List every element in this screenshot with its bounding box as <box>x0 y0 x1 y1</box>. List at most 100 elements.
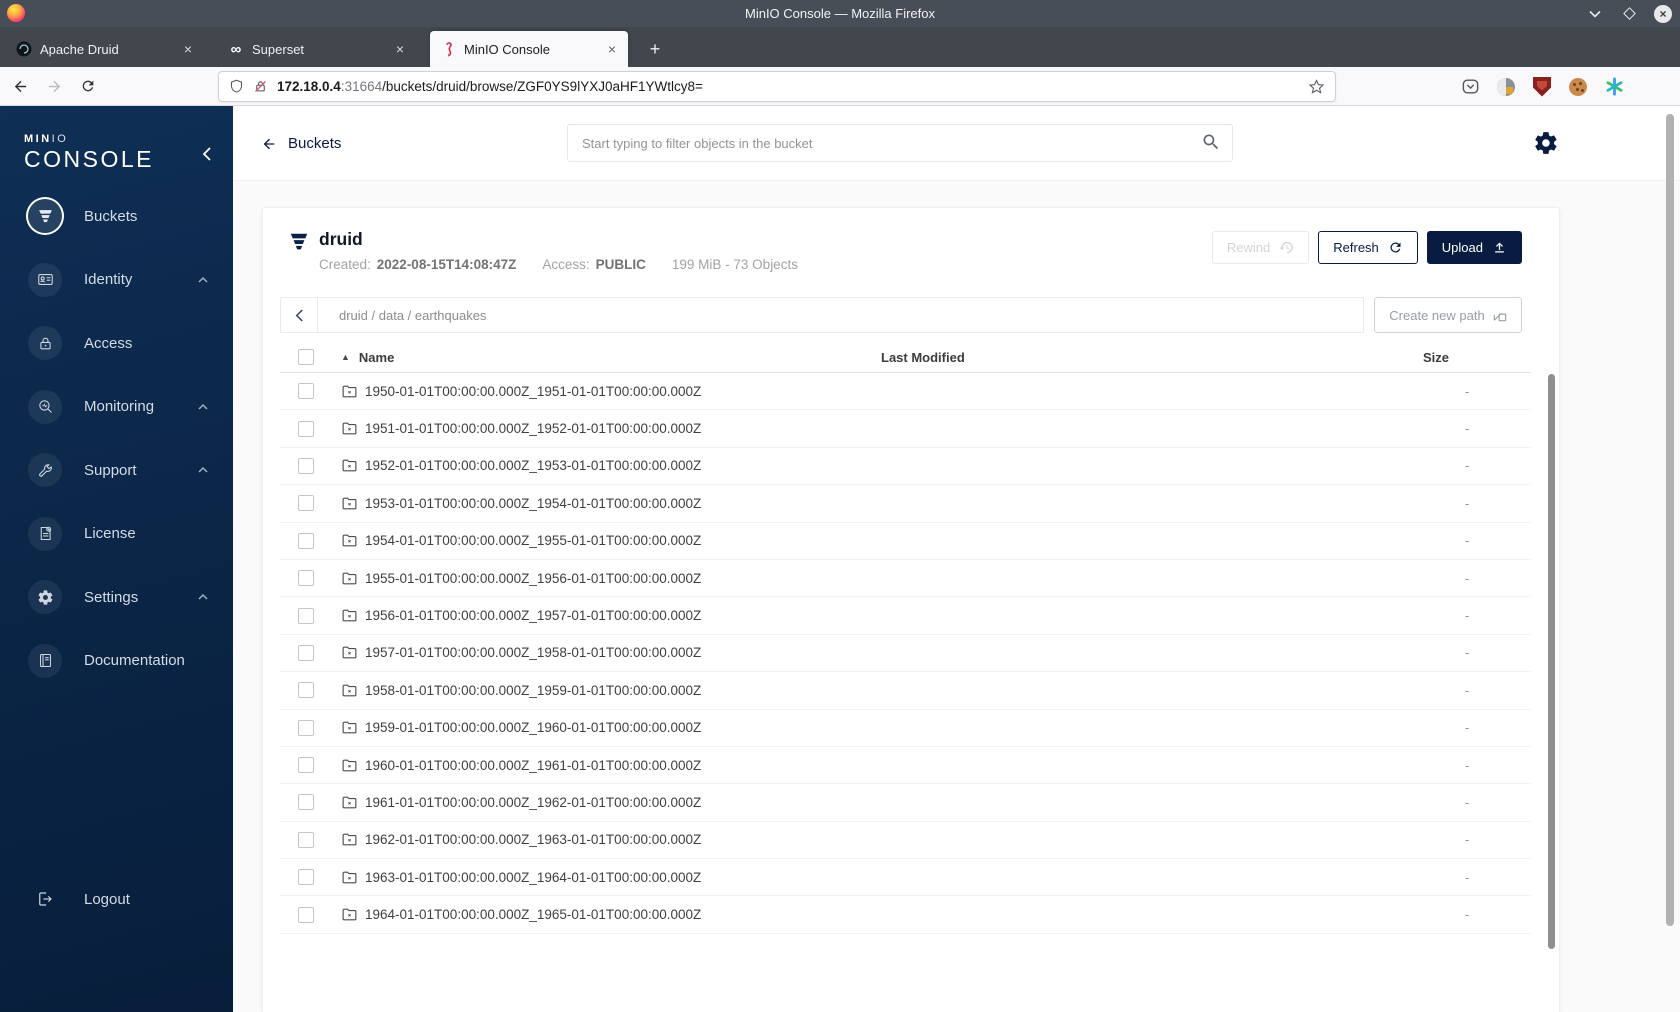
chevron-up-icon[interactable] <box>197 402 209 412</box>
object-name[interactable]: 1954-01-01T00:00:00.000Z_1955-01-01T00:0… <box>365 533 701 548</box>
table-row[interactable]: 1956-01-01T00:00:00.000Z_1957-01-01T00:0… <box>280 597 1531 635</box>
privacy-extension-icon[interactable] <box>1496 77 1516 97</box>
create-new-path-button[interactable]: Create new path <box>1374 297 1522 333</box>
table-row[interactable]: 1950-01-01T00:00:00.000Z_1951-01-01T00:0… <box>280 373 1531 411</box>
sidebar-item-access[interactable]: Access <box>28 326 233 360</box>
table-row[interactable]: 1953-01-01T00:00:00.000Z_1954-01-01T00:0… <box>280 485 1531 523</box>
object-name[interactable]: 1956-01-01T00:00:00.000Z_1957-01-01T00:0… <box>365 608 701 623</box>
bucket-icon <box>288 231 310 272</box>
url-bar[interactable]: 172.18.0.4:31664/buckets/druid/browse/ZG… <box>218 71 1336 102</box>
forward-icon[interactable] <box>40 72 68 100</box>
object-name[interactable]: 1953-01-01T00:00:00.000Z_1954-01-01T00:0… <box>365 496 701 511</box>
object-name[interactable]: 1955-01-01T00:00:00.000Z_1956-01-01T00:0… <box>365 571 701 586</box>
ublock-origin-icon[interactable] <box>1532 76 1552 97</box>
bookmark-star-icon[interactable] <box>1308 78 1325 95</box>
menu-icon[interactable] <box>1640 77 1658 97</box>
object-name[interactable]: 1964-01-01T00:00:00.000Z_1965-01-01T00:0… <box>365 907 701 922</box>
column-header-name[interactable]: ▲ Name <box>341 350 881 365</box>
table-row[interactable]: 1961-01-01T00:00:00.000Z_1962-01-01T00:0… <box>280 784 1531 822</box>
table-row[interactable]: 1951-01-01T00:00:00.000Z_1952-01-01T00:0… <box>280 410 1531 448</box>
tab-superset[interactable]: ∞ Superset × <box>218 31 416 67</box>
column-header-last-modified[interactable]: Last Modified <box>881 350 1423 365</box>
tab-close-icon[interactable]: × <box>392 41 408 57</box>
shield-icon[interactable] <box>229 78 244 95</box>
refresh-button[interactable]: Refresh <box>1318 231 1418 264</box>
asterisk-extension-icon[interactable] <box>1604 77 1624 97</box>
table-row[interactable]: 1958-01-01T00:00:00.000Z_1959-01-01T00:0… <box>280 672 1531 710</box>
cookie-extension-icon[interactable] <box>1568 77 1588 97</box>
object-name[interactable]: 1957-01-01T00:00:00.000Z_1958-01-01T00:0… <box>365 645 701 660</box>
rewind-button[interactable]: Rewind <box>1211 231 1310 264</box>
sidebar-item-settings[interactable]: Settings <box>28 580 233 614</box>
sidebar-item-documentation[interactable]: Documentation <box>28 643 233 678</box>
object-name[interactable]: 1962-01-01T00:00:00.000Z_1963-01-01T00:0… <box>365 832 701 847</box>
sidebar-item-monitoring[interactable]: Monitoring <box>28 389 233 424</box>
lock-insecure-icon[interactable] <box>253 78 268 95</box>
object-name[interactable]: 1950-01-01T00:00:00.000Z_1951-01-01T00:0… <box>365 384 701 399</box>
chevron-up-icon[interactable] <box>197 275 209 285</box>
folder-icon <box>341 906 358 923</box>
row-checkbox[interactable] <box>298 757 314 774</box>
row-checkbox[interactable] <box>298 532 314 549</box>
breadcrumb-path[interactable]: druid / data / earthquakes <box>318 298 486 332</box>
back-icon[interactable] <box>6 72 34 100</box>
table-scrollbar-thumb[interactable] <box>1548 374 1555 949</box>
table-row[interactable]: 1955-01-01T00:00:00.000Z_1956-01-01T00:0… <box>280 560 1531 598</box>
row-checkbox[interactable] <box>298 495 314 512</box>
table-row[interactable]: 1960-01-01T00:00:00.000Z_1961-01-01T00:0… <box>280 747 1531 785</box>
object-name[interactable]: 1958-01-01T00:00:00.000Z_1959-01-01T00:0… <box>365 683 701 698</box>
tab-close-icon[interactable]: × <box>180 41 196 57</box>
tab-minio-console[interactable]: MinIO Console × <box>430 31 628 67</box>
object-name[interactable]: 1959-01-01T00:00:00.000Z_1960-01-01T00:0… <box>365 720 701 735</box>
chevron-up-icon[interactable] <box>197 465 209 475</box>
row-checkbox[interactable] <box>298 719 314 736</box>
page-scrollbar-thumb[interactable] <box>1666 114 1674 926</box>
sidebar-item-license[interactable]: License <box>28 516 233 551</box>
row-checkbox[interactable] <box>298 906 314 923</box>
object-name[interactable]: 1961-01-01T00:00:00.000Z_1962-01-01T00:0… <box>365 795 701 810</box>
table-row[interactable]: 1954-01-01T00:00:00.000Z_1955-01-01T00:0… <box>280 523 1531 560</box>
upload-button[interactable]: Upload <box>1426 231 1522 264</box>
sidebar-item-support[interactable]: Support <box>28 453 233 487</box>
new-tab-icon[interactable]: + <box>642 36 668 62</box>
row-checkbox[interactable] <box>298 607 314 624</box>
chevron-up-icon[interactable] <box>197 592 209 602</box>
filter-objects-input[interactable] <box>567 124 1233 162</box>
row-checkbox[interactable] <box>298 794 314 811</box>
back-to-buckets[interactable]: Buckets <box>260 106 341 181</box>
row-checkbox[interactable] <box>298 831 314 848</box>
sidebar-item-buckets[interactable]: Buckets <box>28 199 233 233</box>
row-checkbox[interactable] <box>298 457 314 474</box>
row-checkbox[interactable] <box>298 570 314 587</box>
row-checkbox[interactable] <box>298 383 314 400</box>
column-header-size[interactable]: Size <box>1423 350 1531 365</box>
window-minimize-icon[interactable] <box>1586 5 1604 23</box>
table-row[interactable]: 1963-01-01T00:00:00.000Z_1964-01-01T00:0… <box>280 859 1531 897</box>
window-maximize-icon[interactable] <box>1620 5 1638 23</box>
window-close-icon[interactable]: × <box>1654 4 1672 23</box>
object-name[interactable]: 1951-01-01T00:00:00.000Z_1952-01-01T00:0… <box>365 421 701 436</box>
row-checkbox[interactable] <box>298 682 314 699</box>
object-name[interactable]: 1952-01-01T00:00:00.000Z_1953-01-01T00:0… <box>365 458 701 473</box>
select-all-checkbox[interactable] <box>298 349 314 365</box>
sidebar-collapse-icon[interactable] <box>197 144 217 164</box>
settings-gear-icon[interactable] <box>1533 130 1559 156</box>
object-name[interactable]: 1960-01-01T00:00:00.000Z_1961-01-01T00:0… <box>365 758 701 773</box>
table-row[interactable]: 1959-01-01T00:00:00.000Z_1960-01-01T00:0… <box>280 710 1531 747</box>
table-row[interactable]: 1962-01-01T00:00:00.000Z_1963-01-01T00:0… <box>280 822 1531 860</box>
reload-icon[interactable] <box>74 72 102 100</box>
table-row[interactable]: 1957-01-01T00:00:00.000Z_1958-01-01T00:0… <box>280 635 1531 673</box>
sidebar-item-logout[interactable]: Logout <box>28 882 130 916</box>
sidebar-item-identity[interactable]: Identity <box>28 262 233 297</box>
object-name[interactable]: 1963-01-01T00:00:00.000Z_1964-01-01T00:0… <box>365 870 701 885</box>
pocket-icon[interactable] <box>1460 77 1480 97</box>
folder-icon <box>341 420 358 437</box>
row-checkbox[interactable] <box>298 869 314 886</box>
breadcrumb-back-icon[interactable] <box>281 298 318 332</box>
table-row[interactable]: 1952-01-01T00:00:00.000Z_1953-01-01T00:0… <box>280 448 1531 486</box>
row-checkbox[interactable] <box>298 644 314 661</box>
row-checkbox[interactable] <box>298 420 314 437</box>
table-row[interactable]: 1964-01-01T00:00:00.000Z_1965-01-01T00:0… <box>280 896 1531 934</box>
tab-close-icon[interactable]: × <box>604 41 620 57</box>
tab-apache-druid[interactable]: Apache Druid × <box>6 31 204 67</box>
